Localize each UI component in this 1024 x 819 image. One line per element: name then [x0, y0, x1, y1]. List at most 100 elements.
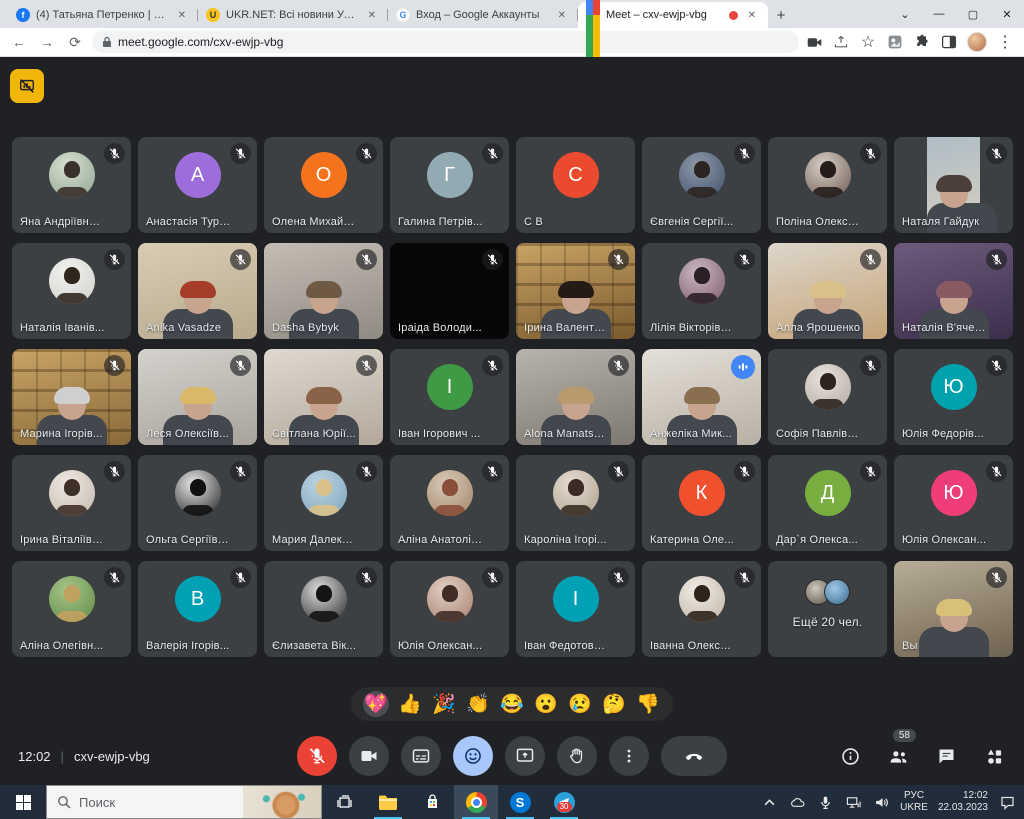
participant-tile[interactable]: Іванна Олекса...	[642, 561, 761, 657]
reaction-button[interactable]: 👍	[397, 691, 423, 717]
file-explorer-button[interactable]	[366, 785, 410, 819]
participant-tile[interactable]: Кароліна Ігорі...	[516, 455, 635, 551]
participant-tile[interactable]: Ольга Сергіївн...	[138, 455, 257, 551]
browser-tab[interactable]: GВход – Google Аккаунты✕	[388, 2, 578, 28]
reload-button[interactable]: ⟳	[64, 31, 86, 53]
browser-tab[interactable]: Meet – cxv-ewjp-vbg✕	[578, 2, 768, 28]
people-button[interactable]: 58	[886, 744, 910, 768]
tab-close-icon[interactable]: ✕	[174, 8, 190, 23]
language-indicator[interactable]: РУС UKRE	[900, 790, 928, 814]
mic-toggle-button[interactable]	[297, 736, 337, 776]
participant-tile[interactable]: ІІван Ігорович ...	[390, 349, 509, 445]
participant-tile[interactable]: ЮЮлія Олексан...	[894, 455, 1013, 551]
participant-tile[interactable]: ККатерина Оле...	[642, 455, 761, 551]
telegram-taskbar-button[interactable]: 30	[542, 785, 586, 819]
more-options-button[interactable]	[609, 736, 649, 776]
extensions-puzzle-icon[interactable]	[913, 33, 931, 51]
reaction-button[interactable]: 😂	[499, 691, 525, 717]
reaction-button[interactable]: 👏	[465, 691, 491, 717]
taskbar-search-input[interactable]: Поиск	[46, 785, 322, 819]
participant-tile[interactable]: Юлія Олексан...	[390, 561, 509, 657]
participant-tile[interactable]: ООлена Михайл...	[264, 137, 383, 233]
participant-tile[interactable]: Alona Manatsk...	[516, 349, 635, 445]
action-center-icon[interactable]	[998, 793, 1016, 811]
participant-tile[interactable]: Мария Далеко...	[264, 455, 383, 551]
address-bar[interactable]: meet.google.com/cxv-ewjp-vbg	[92, 31, 799, 53]
volume-icon[interactable]	[872, 793, 890, 811]
microsoft-store-button[interactable]	[410, 785, 454, 819]
chat-button[interactable]	[934, 744, 958, 768]
participant-tile[interactable]: Софія Павлівн...	[768, 349, 887, 445]
chrome-taskbar-button[interactable]	[454, 785, 498, 819]
participant-tile[interactable]: Anika Vasadze	[138, 243, 257, 339]
participant-tile[interactable]: Аліна Анатолії...	[390, 455, 509, 551]
participant-tile[interactable]: Ещё 20 чел.	[768, 561, 887, 657]
network-icon[interactable]	[844, 793, 862, 811]
reaction-button[interactable]: 😢	[567, 691, 593, 717]
raise-hand-button[interactable]	[557, 736, 597, 776]
meeting-details-button[interactable]	[838, 744, 862, 768]
participant-tile[interactable]: Іраіда Володи...	[390, 243, 509, 339]
forward-button[interactable]: →	[36, 31, 58, 53]
end-call-button[interactable]	[661, 736, 727, 776]
participant-tile[interactable]: Ірина Валенти...	[516, 243, 635, 339]
window-close-button[interactable]: ✕	[990, 0, 1024, 28]
start-button[interactable]	[0, 785, 46, 819]
participant-tile[interactable]: Світлана Юрії...	[264, 349, 383, 445]
participant-tile[interactable]: Лілія Вікторівн...	[642, 243, 761, 339]
browser-menu-kebab-icon[interactable]: ⋮	[996, 33, 1014, 51]
participant-tile[interactable]: ІІван Федотови...	[516, 561, 635, 657]
participant-tile[interactable]: ДДар`я Олекса...	[768, 455, 887, 551]
reaction-button[interactable]: 🤔	[601, 691, 627, 717]
participant-tile[interactable]: Яна Андріївна ...	[12, 137, 131, 233]
participant-tile[interactable]: ГГалина Петрів...	[390, 137, 509, 233]
reactions-button[interactable]	[453, 736, 493, 776]
participant-tile[interactable]: Євгенія Сергії...	[642, 137, 761, 233]
back-button[interactable]: ←	[8, 31, 30, 53]
browser-tab[interactable]: f(4) Татьяна Петренко | Facebook✕	[8, 2, 198, 28]
onedrive-icon[interactable]	[788, 793, 806, 811]
camera-toggle-button[interactable]	[349, 736, 389, 776]
new-tab-button[interactable]: +	[768, 2, 794, 28]
participant-tile[interactable]: Марина Ігорів...	[12, 349, 131, 445]
participant-tile[interactable]: Леся Олексіїв...	[138, 349, 257, 445]
extension-photos-icon[interactable]	[886, 33, 904, 51]
participant-tile[interactable]: Dasha Bybyk	[264, 243, 383, 339]
window-minimize-button[interactable]: —	[922, 0, 956, 28]
participant-tile[interactable]: Анжеліка Мик...	[642, 349, 761, 445]
presentation-blocked-chip[interactable]	[10, 69, 44, 103]
side-panel-icon[interactable]	[940, 33, 958, 51]
captions-button[interactable]	[401, 736, 441, 776]
activities-button[interactable]	[982, 744, 1006, 768]
participant-tile[interactable]: Аліна Олегівн...	[12, 561, 131, 657]
share-icon[interactable]	[832, 33, 850, 51]
present-button[interactable]	[505, 736, 545, 776]
participant-tile[interactable]: Наталя Гайдук	[894, 137, 1013, 233]
task-view-button[interactable]	[322, 785, 366, 819]
search-highlight-image[interactable]	[243, 786, 321, 818]
tab-close-icon[interactable]: ✕	[744, 8, 760, 23]
participant-tile[interactable]: Єлизавета Вік...	[264, 561, 383, 657]
reaction-button[interactable]: 👎	[635, 691, 661, 717]
microphone-tray-icon[interactable]	[816, 793, 834, 811]
skype-taskbar-button[interactable]: S	[498, 785, 542, 819]
media-camera-indicator-icon[interactable]	[805, 33, 823, 51]
participant-tile[interactable]: СС В	[516, 137, 635, 233]
participant-tile[interactable]: ВВалерія Ігорів...	[138, 561, 257, 657]
participant-tile[interactable]: Вы	[894, 561, 1013, 657]
window-maximize-button[interactable]: ▢	[956, 0, 990, 28]
taskbar-clock[interactable]: 12:02 22.03.2023	[938, 790, 988, 814]
participant-tile[interactable]: Наталія В'ячес...	[894, 243, 1013, 339]
window-menu-chevron-icon[interactable]: ⌄	[888, 0, 922, 28]
participant-tile[interactable]: Ірина Віталіївн...	[12, 455, 131, 551]
browser-tab[interactable]: UUKR.NET: Всі новини України, о✕	[198, 2, 388, 28]
participant-tile[interactable]: ААнастасія Тург...	[138, 137, 257, 233]
reaction-button[interactable]: 💖	[363, 691, 389, 717]
profile-avatar[interactable]	[967, 32, 987, 52]
tab-close-icon[interactable]: ✕	[554, 8, 570, 23]
participant-tile[interactable]: Наталія Іванів...	[12, 243, 131, 339]
tab-close-icon[interactable]: ✕	[364, 8, 380, 23]
reaction-button[interactable]: 😮	[533, 691, 559, 717]
participant-tile[interactable]: Алла Ярошенко	[768, 243, 887, 339]
reaction-button[interactable]: 🎉	[431, 691, 457, 717]
